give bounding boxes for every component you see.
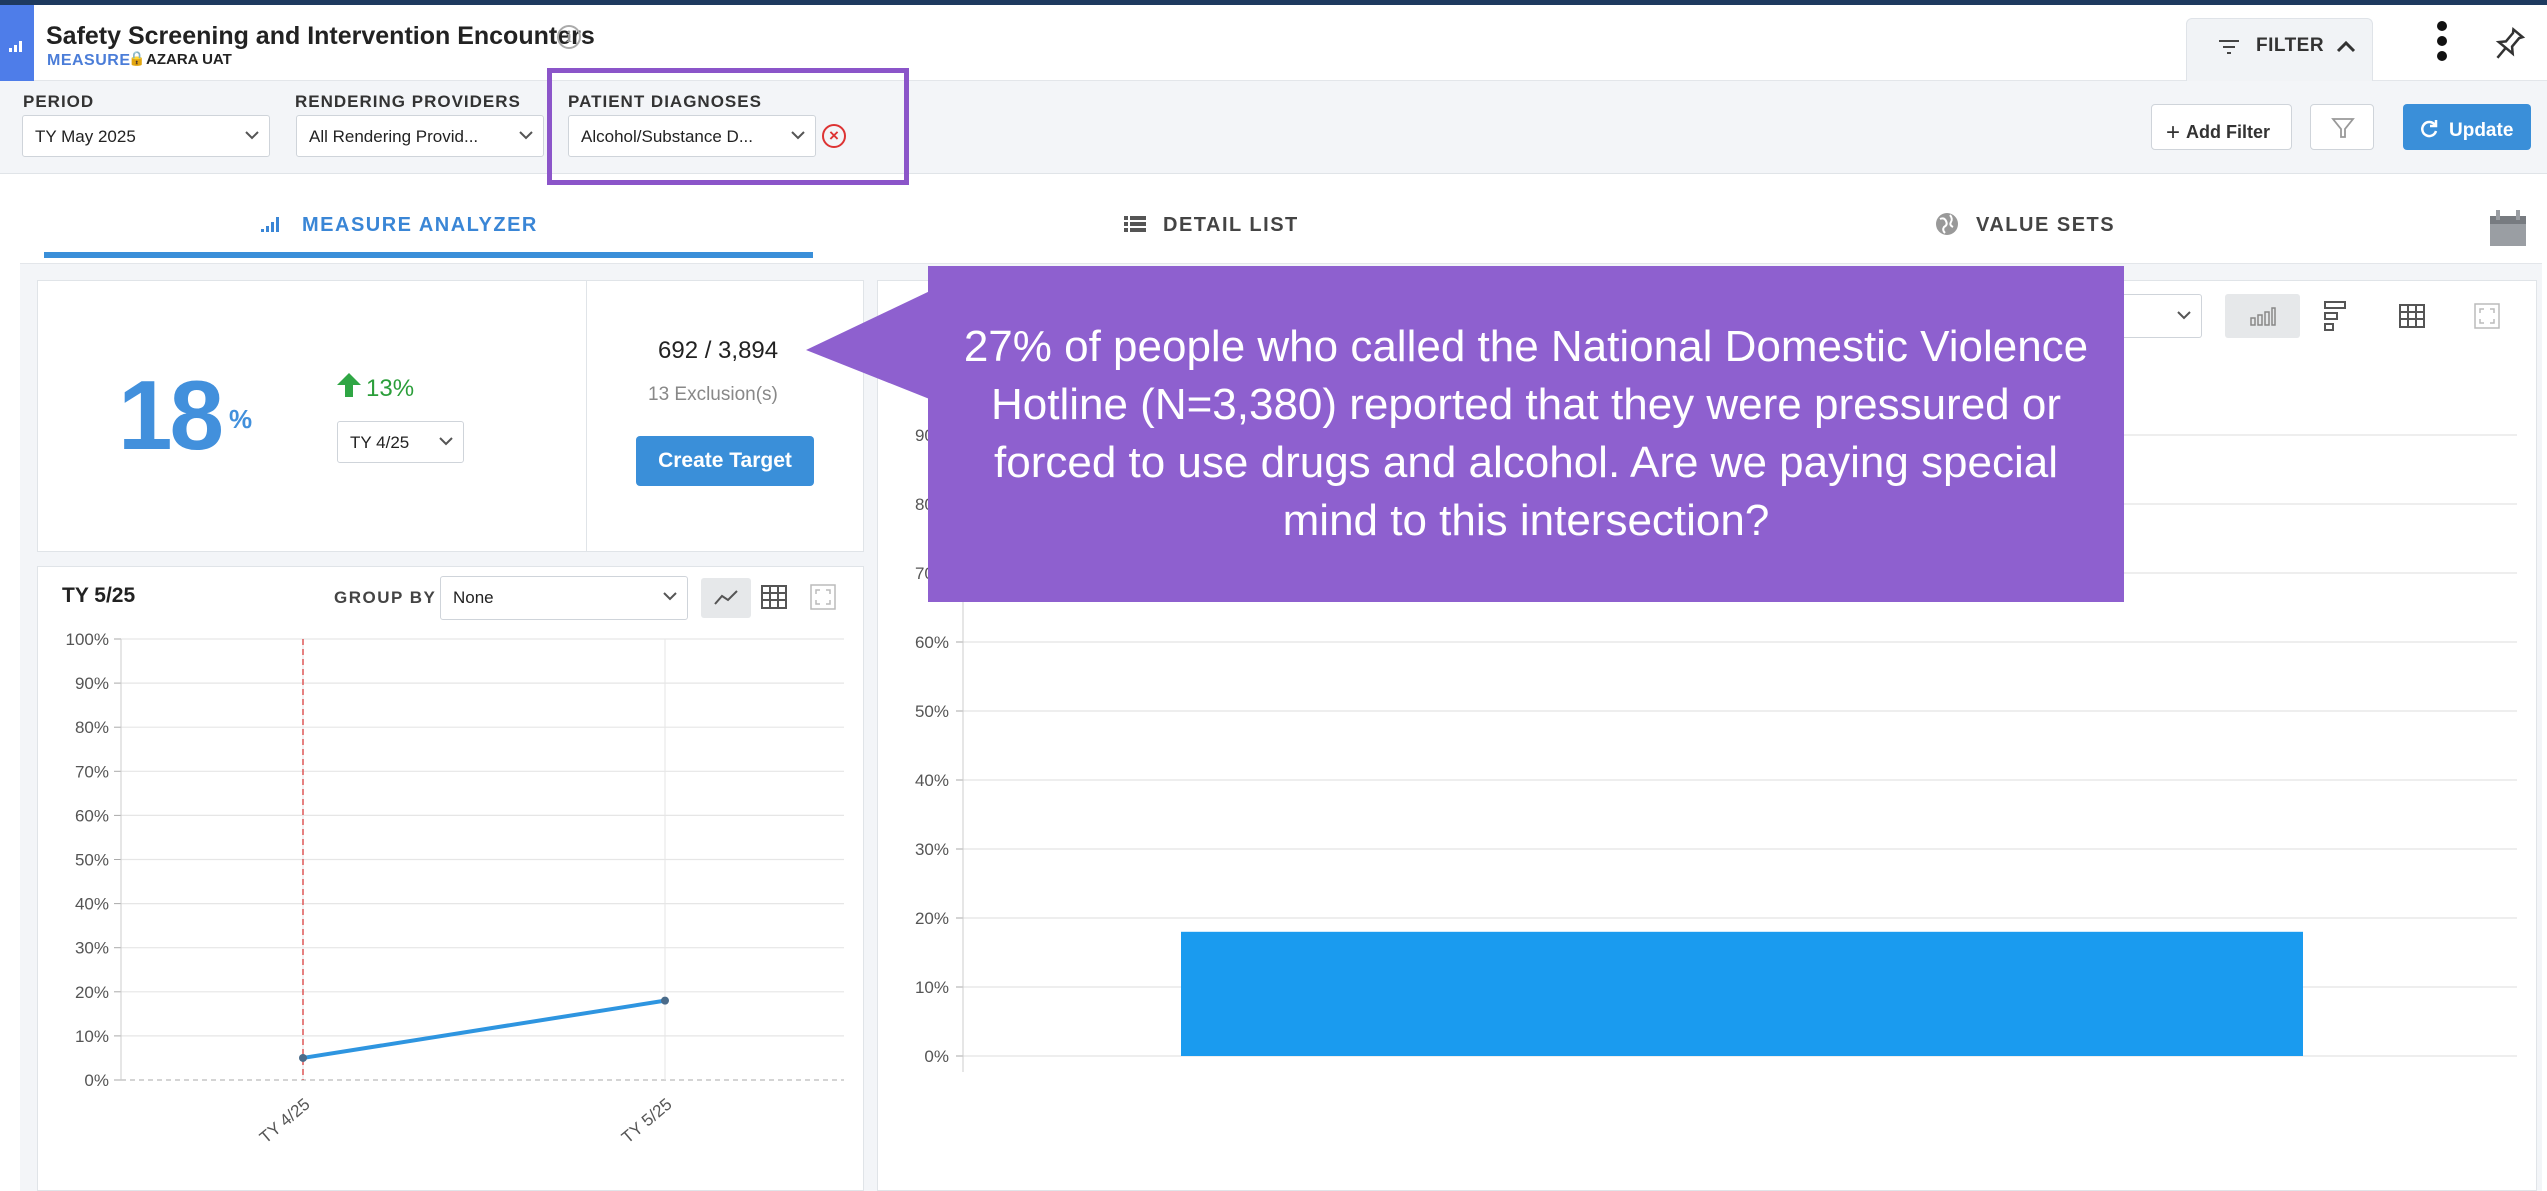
expand-icon[interactable] bbox=[2474, 303, 2500, 329]
chevron-down-icon bbox=[245, 131, 259, 140]
expand-icon[interactable] bbox=[810, 584, 836, 610]
y-tick-label: 80% bbox=[75, 718, 109, 737]
y-tick-label: 40% bbox=[75, 895, 109, 914]
y-tick-label: 90% bbox=[75, 674, 109, 693]
y-tick-label: 100% bbox=[66, 630, 109, 649]
arrow-up-icon bbox=[337, 373, 361, 397]
bar bbox=[1181, 931, 2303, 1056]
add-filter-label: Add Filter bbox=[2186, 122, 2271, 142]
y-tick-label: 60% bbox=[75, 806, 109, 825]
measure-type-badge bbox=[0, 5, 34, 81]
y-tick-label: 60% bbox=[915, 633, 949, 652]
tab-value-sets[interactable]: VALUE SETS bbox=[1936, 213, 2116, 237]
period-value: TY May 2025 bbox=[35, 127, 136, 146]
group-by-select[interactable]: None bbox=[440, 576, 688, 620]
measure-rate-unit: % bbox=[229, 404, 253, 434]
column-chart-icon bbox=[2250, 307, 2276, 326]
compare-period-value: TY 4/25 bbox=[350, 433, 410, 452]
line-chart-button[interactable] bbox=[701, 578, 751, 618]
callout-pointer bbox=[806, 290, 932, 400]
tab-label: DETAIL LIST bbox=[1163, 214, 1299, 236]
tab-label: VALUE SETS bbox=[1976, 214, 2116, 236]
create-target-button[interactable]: Create Target bbox=[636, 436, 814, 486]
y-tick-label: 70% bbox=[75, 762, 109, 781]
table-icon[interactable] bbox=[760, 584, 788, 610]
active-tab-indicator bbox=[44, 252, 813, 258]
more-menu-icon[interactable] bbox=[2427, 18, 2457, 68]
measure-type-label: MEASURE bbox=[47, 52, 131, 69]
group-by-label: GROUP BY bbox=[334, 588, 437, 607]
period-label: PERIOD bbox=[23, 92, 95, 111]
filter-toggle-button[interactable]: FILTER bbox=[2186, 18, 2373, 81]
trend-chart-title: TY 5/25 bbox=[62, 584, 136, 607]
calendar-icon[interactable] bbox=[2489, 208, 2527, 248]
lock-icon: 🔒 bbox=[128, 50, 146, 66]
filter-lines-icon bbox=[2219, 40, 2239, 54]
vertical-bar-button[interactable] bbox=[2225, 294, 2300, 338]
update-label: Update bbox=[2449, 120, 2514, 141]
rate-change: 13% bbox=[366, 375, 415, 402]
data-point bbox=[299, 1053, 307, 1062]
tab-label: MEASURE ANALYZER bbox=[302, 214, 538, 236]
funnel-icon bbox=[2331, 118, 2355, 138]
y-tick-label: 0% bbox=[84, 1071, 109, 1090]
funnel-filter-button[interactable] bbox=[2310, 104, 2374, 150]
y-tick-label: 30% bbox=[915, 840, 949, 859]
bar-chart-icon bbox=[9, 41, 22, 52]
update-button[interactable]: Update bbox=[2403, 104, 2531, 150]
diagnoses-highlight-box bbox=[547, 68, 909, 185]
y-tick-label: 20% bbox=[75, 983, 109, 1002]
line-chart-icon bbox=[714, 590, 738, 605]
summary-divider bbox=[586, 280, 587, 552]
pin-icon[interactable] bbox=[2491, 24, 2527, 64]
numerator-denominator[interactable]: 692 / 3,894 bbox=[658, 337, 778, 365]
series-line bbox=[302, 998, 666, 1060]
chevron-down-icon bbox=[439, 437, 453, 446]
add-filter-button[interactable]: + Add Filter bbox=[2151, 104, 2292, 150]
y-tick-label: 20% bbox=[915, 909, 949, 928]
exclusions-count[interactable]: 13 Exclusion(s) bbox=[648, 384, 778, 406]
measure-rate: 18 bbox=[118, 360, 224, 470]
chevron-down-icon bbox=[663, 592, 677, 601]
horizontal-bar-icon[interactable] bbox=[2323, 300, 2351, 332]
trend-line-chart: 0% 10% 20% 30% 40% 50% 60% 70% 80% 90% 100% TY 4/25… bbox=[66, 630, 844, 1148]
period-select[interactable]: TY May 2025 bbox=[22, 115, 270, 157]
chevron-down-icon bbox=[519, 131, 533, 140]
callout-text: 27% of people who called the National Do… bbox=[963, 322, 2089, 545]
compare-period-select[interactable]: TY 4/25 bbox=[337, 421, 464, 463]
rendering-providers-value: All Rendering Provid... bbox=[309, 127, 479, 146]
y-tick-label: 30% bbox=[75, 939, 109, 958]
group-by-value: None bbox=[453, 588, 494, 607]
y-tick-label: 50% bbox=[915, 702, 949, 721]
refresh-icon bbox=[2421, 120, 2438, 138]
x-tick-label: TY 5/25 bbox=[618, 1095, 676, 1148]
list-icon bbox=[1124, 216, 1146, 232]
y-tick-label: 10% bbox=[915, 978, 949, 997]
y-tick-label: 50% bbox=[75, 851, 109, 870]
info-icon[interactable]: i bbox=[557, 25, 581, 49]
table-icon[interactable] bbox=[2398, 303, 2426, 329]
filter-label: FILTER bbox=[2256, 35, 2325, 56]
chevron-up-icon bbox=[2336, 40, 2356, 53]
page-title: Safety Screening and Intervention Encoun… bbox=[46, 22, 595, 50]
bar-chart-icon bbox=[261, 217, 279, 232]
plus-icon: + bbox=[2166, 119, 2181, 146]
rendering-providers-label: RENDERING PROVIDERS bbox=[295, 92, 521, 111]
data-point bbox=[661, 996, 669, 1005]
tab-detail-list[interactable]: DETAIL LIST bbox=[1124, 214, 1299, 237]
y-tick-label: 40% bbox=[915, 771, 949, 790]
tab-measure-analyzer[interactable]: MEASURE ANALYZER bbox=[261, 214, 538, 237]
org-label: AZARA UAT bbox=[146, 51, 232, 68]
rendering-providers-select[interactable]: All Rendering Provid... bbox=[296, 115, 544, 157]
y-tick-label: 10% bbox=[75, 1027, 109, 1046]
y-tick-label: 0% bbox=[924, 1047, 949, 1066]
x-tick-label: TY 4/25 bbox=[256, 1095, 314, 1148]
globe-icon bbox=[1936, 213, 1958, 235]
chevron-down-icon bbox=[2177, 311, 2191, 320]
